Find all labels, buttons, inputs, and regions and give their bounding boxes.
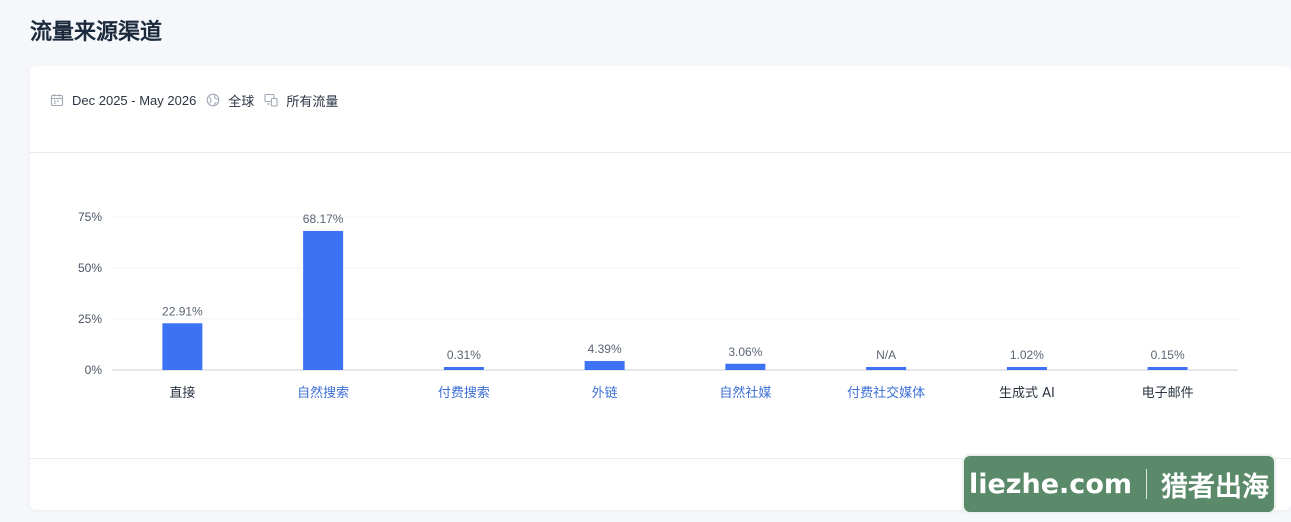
data-label: 0.15% (1151, 348, 1185, 362)
traffic-source-card: Dec 2025 - May 2026 全球 所有流量 0% 25% 50% 75% 2… (30, 66, 1291, 510)
bar (584, 361, 625, 370)
category-label: 电子邮件 (1142, 386, 1194, 401)
bar (162, 323, 203, 370)
y-tick-label: 75% (78, 210, 102, 224)
bar (1147, 367, 1188, 370)
category-label: 生成式 AI (999, 386, 1055, 401)
data-label: 1.02% (1010, 348, 1044, 362)
category-label[interactable]: 付费社交媒体 (847, 385, 925, 401)
data-label: 0.31% (447, 348, 481, 362)
y-tick-label: 50% (78, 261, 102, 275)
bar (1006, 367, 1047, 370)
y-tick-label: 0% (85, 363, 103, 377)
bar (303, 230, 344, 370)
bar (866, 367, 907, 370)
watermark-site: liezhe.com (968, 468, 1132, 500)
watermark: liezhe.com 猎者出海 (962, 454, 1276, 514)
page-title: 流量来源渠道 (30, 20, 163, 45)
category-label[interactable]: 自然社媒 (719, 385, 771, 401)
watermark-brand: 猎者出海 (1161, 471, 1269, 503)
category-label[interactable]: 外链 (592, 386, 618, 401)
category-label: 直接 (169, 385, 195, 401)
category-label[interactable]: 付费搜索 (438, 386, 490, 401)
watermark-separator (1146, 469, 1147, 499)
data-label: 3.06% (728, 345, 762, 359)
bar (725, 363, 766, 370)
data-label: N/A (876, 348, 896, 362)
bar-chart: 0% 25% 50% 75% 22.91% 直接 68.17% 自然搜索 0.31% 付费搜索 4.… (78, 210, 1238, 401)
data-label: 22.91% (162, 304, 203, 318)
data-label: 68.17% (303, 212, 344, 226)
category-label[interactable]: 自然搜索 (297, 385, 349, 401)
data-label: 4.39% (588, 342, 622, 356)
bar (443, 367, 484, 370)
y-tick-label: 25% (78, 312, 102, 326)
traffic-source-chart: 0% 25% 50% 75% 22.91% 直接 68.17% 自然搜索 0.31% 付费搜索 4.… (30, 66, 1291, 458)
